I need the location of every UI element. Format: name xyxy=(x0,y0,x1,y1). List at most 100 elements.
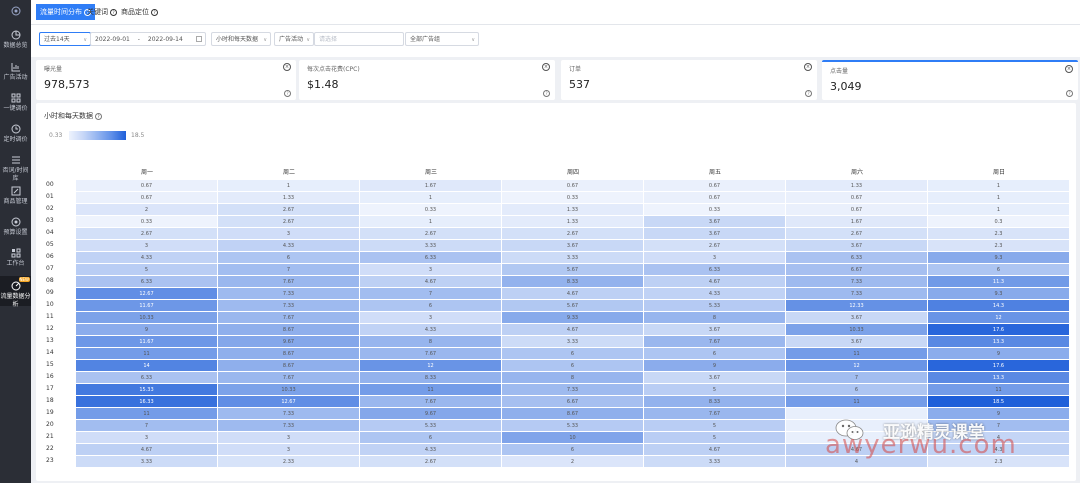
heatmap-cell[interactable]: 3.67 xyxy=(786,312,928,324)
heatmap-cell[interactable]: 4.67 xyxy=(644,276,786,288)
heatmap-cell[interactable]: 2 xyxy=(76,204,218,216)
heatmap-cell[interactable]: 11 xyxy=(76,348,218,360)
heatmap-cell[interactable]: 7.33 xyxy=(218,300,360,312)
heatmap-cell[interactable]: 5 xyxy=(644,384,786,396)
heatmap-cell[interactable]: 8.67 xyxy=(218,324,360,336)
heatmap-cell[interactable]: 12.67 xyxy=(218,396,360,408)
heatmap-cell[interactable]: 3.67 xyxy=(644,372,786,384)
date-picker[interactable]: 2022-09-01 - 2022-09-14 xyxy=(90,32,206,46)
heatmap-cell[interactable]: 5 xyxy=(76,264,218,276)
campaign-select[interactable]: 广告活动 ∨ xyxy=(274,32,314,46)
heatmap-cell[interactable]: 4.67 xyxy=(360,276,502,288)
heatmap-cell[interactable]: 10.33 xyxy=(218,384,360,396)
heatmap-cell[interactable]: 6.33 xyxy=(360,252,502,264)
close-icon[interactable]: × xyxy=(1065,65,1073,73)
heatmap-cell[interactable]: 7.67 xyxy=(644,336,786,348)
sidebar-item-workbench[interactable]: 工作台 xyxy=(0,248,31,268)
heatmap-cell[interactable]: 7 xyxy=(218,264,360,276)
heatmap-cell[interactable]: 0.33 xyxy=(502,192,644,204)
heatmap-cell[interactable]: 2.67 xyxy=(76,228,218,240)
heatmap-cell[interactable]: 7.67 xyxy=(360,396,502,408)
heatmap-cell[interactable]: 7.33 xyxy=(218,420,360,432)
heatmap-cell[interactable]: 8.33 xyxy=(502,276,644,288)
heatmap-cell[interactable]: 0.67 xyxy=(76,180,218,192)
heatmap-cell[interactable]: 12 xyxy=(928,312,1070,324)
tab-keywords[interactable]: 关键词? xyxy=(83,4,121,20)
heatmap-cell[interactable]: 0.67 xyxy=(786,204,928,216)
heatmap-cell[interactable]: 10.33 xyxy=(786,324,928,336)
heatmap-cell[interactable]: 5.33 xyxy=(644,300,786,312)
heatmap-cell[interactable]: 2 xyxy=(502,456,644,468)
heatmap-cell[interactable]: 5.33 xyxy=(360,420,502,432)
heatmap-cell[interactable]: 0.67 xyxy=(644,180,786,192)
heatmap-cell[interactable]: 17.6 xyxy=(928,360,1070,372)
heatmap-cell[interactable]: 9.67 xyxy=(218,336,360,348)
heatmap-cell[interactable]: 4.33 xyxy=(76,252,218,264)
heatmap-cell[interactable]: 3 xyxy=(218,432,360,444)
heatmap-cell[interactable]: 6.33 xyxy=(644,264,786,276)
heatmap-cell[interactable]: 7 xyxy=(360,288,502,300)
heatmap-cell[interactable]: 6 xyxy=(360,432,502,444)
heatmap-cell[interactable]: 6 xyxy=(360,300,502,312)
heatmap-cell[interactable]: 3 xyxy=(360,264,502,276)
heatmap-cell[interactable]: 12 xyxy=(786,360,928,372)
heatmap-cell[interactable]: 3.67 xyxy=(644,216,786,228)
heatmap-cell[interactable]: 12 xyxy=(360,360,502,372)
heatmap-cell[interactable]: 2.67 xyxy=(502,228,644,240)
heatmap-cell[interactable]: 2.67 xyxy=(218,204,360,216)
heatmap-cell[interactable]: 4.33 xyxy=(218,240,360,252)
heatmap-cell[interactable]: 7.33 xyxy=(502,384,644,396)
heatmap-cell[interactable]: 6 xyxy=(502,360,644,372)
heatmap-cell[interactable]: 3 xyxy=(218,228,360,240)
heatmap-cell[interactable]: 1 xyxy=(360,192,502,204)
heatmap-cell[interactable]: 6.67 xyxy=(786,264,928,276)
heatmap-cell[interactable]: 1 xyxy=(928,204,1070,216)
heatmap-cell[interactable]: 8.33 xyxy=(360,372,502,384)
heatmap-cell[interactable]: 0.67 xyxy=(502,180,644,192)
heatmap-cell[interactable]: 4.67 xyxy=(76,444,218,456)
sidebar-item-campaigns[interactable]: 广告活动 xyxy=(0,62,31,82)
heatmap-cell[interactable]: 4.67 xyxy=(644,444,786,456)
heatmap-cell[interactable]: 3.67 xyxy=(786,336,928,348)
heatmap-cell[interactable]: 3 xyxy=(76,432,218,444)
heatmap-cell[interactable]: 5.33 xyxy=(502,420,644,432)
heatmap-cell[interactable]: 9 xyxy=(644,360,786,372)
heatmap-cell[interactable]: 6 xyxy=(218,252,360,264)
heatmap-cell[interactable]: 4.33 xyxy=(360,444,502,456)
heatmap-cell[interactable]: 9.67 xyxy=(360,408,502,420)
heatmap-cell[interactable]: 14 xyxy=(76,360,218,372)
heatmap-cell[interactable]: 8 xyxy=(360,336,502,348)
heatmap-cell[interactable]: 7.33 xyxy=(218,408,360,420)
heatmap-cell[interactable]: 3 xyxy=(76,240,218,252)
heatmap-cell[interactable]: 9 xyxy=(928,348,1070,360)
heatmap-cell[interactable]: 2.67 xyxy=(360,456,502,468)
heatmap-cell[interactable]: 1.67 xyxy=(360,180,502,192)
heatmap-cell[interactable]: 7 xyxy=(76,420,218,432)
heatmap-cell[interactable]: 6.67 xyxy=(502,396,644,408)
sidebar-item-products[interactable]: 商品管理 xyxy=(0,186,31,206)
heatmap-cell[interactable]: 6 xyxy=(502,348,644,360)
heatmap-cell[interactable]: 7.67 xyxy=(218,372,360,384)
heatmap-cell[interactable]: 0.33 xyxy=(360,204,502,216)
heatmap-cell[interactable]: 1.33 xyxy=(218,192,360,204)
sidebar-item-home[interactable] xyxy=(0,6,31,18)
heatmap-cell[interactable]: 3.33 xyxy=(502,252,644,264)
heatmap-cell[interactable]: 4.33 xyxy=(644,288,786,300)
sidebar-item-traffic-analysis[interactable]: NEW 流量数据分析 xyxy=(0,276,31,308)
heatmap-cell[interactable]: 8.67 xyxy=(218,348,360,360)
heatmap-cell[interactable]: 1.33 xyxy=(502,204,644,216)
heatmap-cell[interactable]: 8 xyxy=(644,312,786,324)
heatmap-cell[interactable]: 4.67 xyxy=(502,324,644,336)
heatmap-cell[interactable]: 5 xyxy=(644,432,786,444)
heatmap-cell[interactable]: 8.67 xyxy=(218,360,360,372)
heatmap-cell[interactable]: 3.33 xyxy=(644,456,786,468)
heatmap-cell[interactable]: 11 xyxy=(76,408,218,420)
heatmap-cell[interactable]: 2.3 xyxy=(928,228,1070,240)
sidebar-item-scheduled-bid[interactable]: 定时调价 xyxy=(0,124,31,144)
metric-card-clicks[interactable]: 点击量 3,049 × ? xyxy=(822,60,1078,100)
heatmap-cell[interactable]: 2.67 xyxy=(218,216,360,228)
heatmap-cell[interactable]: 1 xyxy=(360,216,502,228)
heatmap-cell[interactable]: 2.67 xyxy=(644,240,786,252)
heatmap-cell[interactable]: 12.33 xyxy=(786,300,928,312)
heatmap-cell[interactable]: 3 xyxy=(218,444,360,456)
